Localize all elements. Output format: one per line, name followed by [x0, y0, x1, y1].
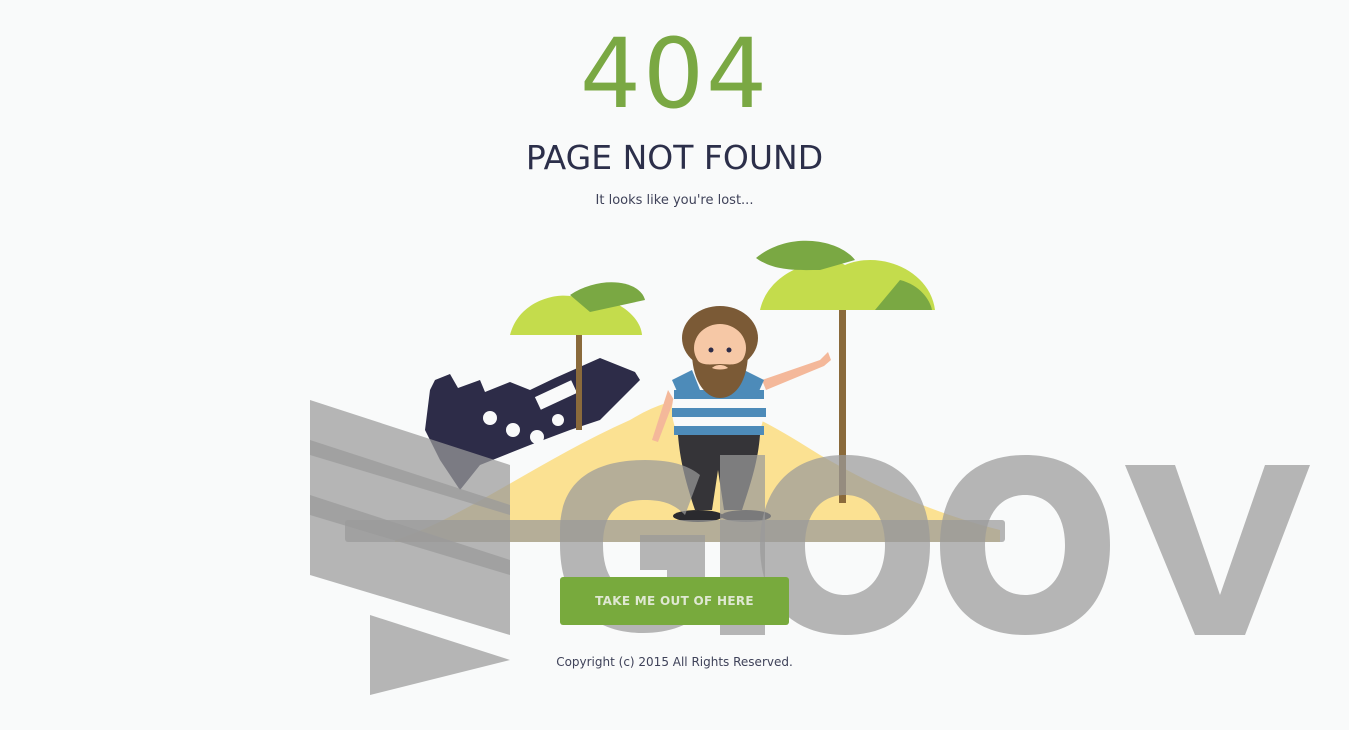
error-code: 404: [579, 18, 770, 130]
error-page: 404 PAGE NOT FOUND It looks like you're …: [0, 0, 1349, 730]
copyright-text: Copyright (c) 2015 All Rights Reserved.: [556, 655, 793, 669]
page-title: PAGE NOT FOUND: [525, 138, 824, 177]
lost-island-illustration: [395, 240, 1000, 542]
take-me-home-button[interactable]: TAKE ME OUT OF HERE: [560, 577, 789, 625]
error-message: It looks like you're lost...: [595, 193, 754, 208]
